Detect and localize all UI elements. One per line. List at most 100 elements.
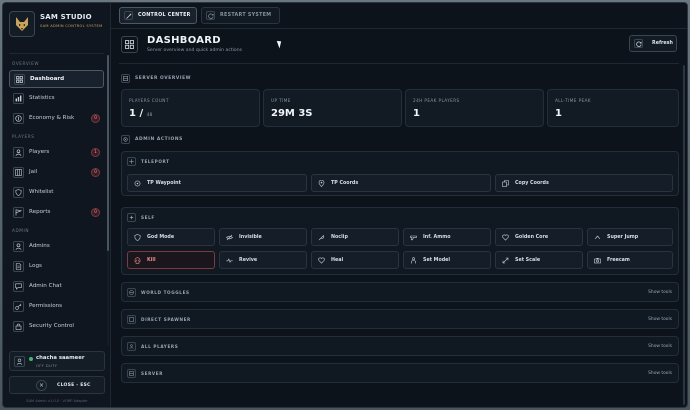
kill-button[interactable]: Kill — [127, 251, 215, 269]
sidebar-item-label: Admins — [29, 243, 50, 249]
main-content: DASHBOARD Server overview and quick admi… — [111, 29, 687, 407]
map-pin-icon — [317, 179, 326, 188]
page-subtitle: Server overview and quick admin actions — [147, 48, 243, 53]
section-label-overview: OVERVIEW — [12, 61, 40, 66]
sidebar-item-dashboard[interactable]: Dashboard — [9, 70, 104, 88]
count-badge: 1 — [91, 148, 100, 157]
sidebar-item-label: Economy & Risk — [29, 115, 75, 121]
close-button[interactable]: × CLOSE - ESC — [9, 376, 105, 394]
section-label-players: PLAYERS — [12, 134, 35, 139]
button-label: Freecam — [607, 258, 630, 263]
button-label: Invisible — [239, 235, 262, 240]
golden-core-button[interactable]: Golden Core — [495, 228, 583, 246]
sidebar-item-statistics[interactable]: Statistics — [9, 90, 104, 108]
show-tools-link[interactable]: Show tools — [648, 344, 672, 349]
online-status-dot — [29, 357, 33, 361]
tab-restart-system[interactable]: RESTART SYSTEM — [201, 7, 280, 24]
copy-coords-button[interactable]: Copy Coords — [495, 174, 673, 192]
chart-icon — [13, 93, 24, 104]
count-badge: 0 — [91, 168, 100, 177]
dashboard-grid-icon — [121, 36, 138, 53]
user-card[interactable]: chacha saameer OFF DUTY — [9, 351, 105, 371]
gun-icon — [409, 233, 418, 242]
refresh-label: Refresh — [652, 41, 673, 46]
stat-card-24h-peak: 24H PEAK PLAYERS 1 — [405, 89, 544, 127]
sidebar-item-reports[interactable]: Reports 0 — [9, 204, 104, 222]
main-scrollbar[interactable] — [683, 65, 685, 405]
server-panel[interactable]: SERVER Show tools — [121, 363, 679, 383]
skull-icon — [133, 256, 142, 265]
sidebar-item-jail[interactable]: Jail 0 — [9, 164, 104, 182]
brand-title: SAM STUDIO — [40, 13, 92, 21]
tp-waypoint-button[interactable]: TP Waypoint — [127, 174, 307, 192]
coin-icon — [13, 113, 24, 124]
copy-icon — [501, 179, 510, 188]
sidebar-scroll-thumb[interactable] — [107, 55, 109, 251]
camera-icon — [593, 256, 602, 265]
sidebar-item-players[interactable]: Players 1 — [9, 144, 104, 162]
globe-icon — [127, 288, 136, 297]
chat-icon — [13, 281, 24, 292]
teleport-panel: TELEPORT TP Waypoint TP Coords Copy Coor… — [121, 151, 679, 196]
move-icon — [127, 157, 136, 166]
button-label: Set Scale — [515, 258, 541, 263]
sidebar-item-admin-chat[interactable]: Admin Chat — [9, 278, 104, 296]
sidebar-item-label: Players — [29, 149, 50, 155]
inf-ammo-button[interactable]: Inf. Ammo — [403, 228, 491, 246]
sidebar-item-label: Logs — [29, 263, 42, 269]
stat-value: 29M 3S — [271, 108, 313, 119]
set-model-button[interactable]: Set Model — [403, 251, 491, 269]
sidebar-item-economy[interactable]: Economy & Risk 0 — [9, 110, 104, 128]
jail-icon — [13, 167, 24, 178]
all-players-panel[interactable]: ALL PLAYERS Show tools — [121, 336, 679, 356]
grid-icon — [14, 74, 25, 85]
close-icon: × — [36, 380, 47, 391]
heart-icon — [501, 233, 510, 242]
self-panel: SELF God Mode Invisible Noclip Inf. Ammo… — [121, 207, 679, 275]
set-scale-button[interactable]: Set Scale — [495, 251, 583, 269]
stat-value: 1 / 48 — [129, 108, 152, 119]
refresh-button[interactable]: Refresh — [629, 35, 677, 52]
noclip-button[interactable]: Noclip — [311, 228, 399, 246]
stat-label: UP TIME — [271, 98, 291, 103]
god-mode-button[interactable]: God Mode — [127, 228, 215, 246]
arrow-up-icon — [593, 233, 602, 242]
feather-icon — [317, 233, 326, 242]
sidebar-item-label: Dashboard — [30, 76, 65, 82]
tab-control-center[interactable]: CONTROL CENTER — [119, 7, 197, 24]
tp-coords-button[interactable]: TP Coords — [311, 174, 491, 192]
button-label: Set Model — [423, 258, 451, 263]
sidebar-item-admins[interactable]: Admins — [9, 238, 104, 256]
button-label: TP Coords — [331, 181, 359, 186]
wand-icon — [124, 11, 133, 20]
world-toggles-panel[interactable]: WORLD TOGGLES Show tools — [121, 282, 679, 302]
super-jump-button[interactable]: Super Jump — [587, 228, 673, 246]
refresh-icon — [634, 39, 643, 48]
freecam-button[interactable]: Freecam — [587, 251, 673, 269]
sidebar-item-label: Whitelist — [29, 189, 54, 195]
sidebar-item-whitelist[interactable]: Whitelist — [9, 184, 104, 202]
stat-label: PLAYERS COUNT — [129, 98, 169, 103]
revive-button[interactable]: Revive — [219, 251, 307, 269]
shield-icon — [13, 187, 24, 198]
sidebar-item-permissions[interactable]: Permissions — [9, 298, 104, 316]
section-title: SERVER OVERVIEW — [135, 76, 192, 81]
show-tools-link[interactable]: Show tools — [648, 371, 672, 376]
sidebar-item-security-control[interactable]: Security Control — [9, 318, 104, 336]
show-tools-link[interactable]: Show tools — [648, 317, 672, 322]
stat-value-main: 1 / — [129, 108, 144, 119]
avatar — [14, 356, 25, 367]
button-label: Revive — [239, 258, 258, 263]
sidebar-item-logs[interactable]: Logs — [9, 258, 104, 276]
flag-icon — [13, 207, 24, 218]
show-tools-link[interactable]: Show tools — [648, 290, 672, 295]
direct-spawner-panel[interactable]: DIRECT SPAWNER Show tools — [121, 309, 679, 329]
section-title: ADMIN ACTIONS — [135, 137, 183, 142]
version-text: SAM Admin v1.0.0 · VORP Adapter — [26, 399, 88, 403]
panel-title: ALL PLAYERS — [141, 344, 179, 349]
users-icon — [13, 147, 24, 158]
count-badge: 0 — [91, 114, 100, 123]
heal-button[interactable]: Heal — [311, 251, 399, 269]
sidebar-item-label: Jail — [29, 169, 38, 175]
invisible-button[interactable]: Invisible — [219, 228, 307, 246]
